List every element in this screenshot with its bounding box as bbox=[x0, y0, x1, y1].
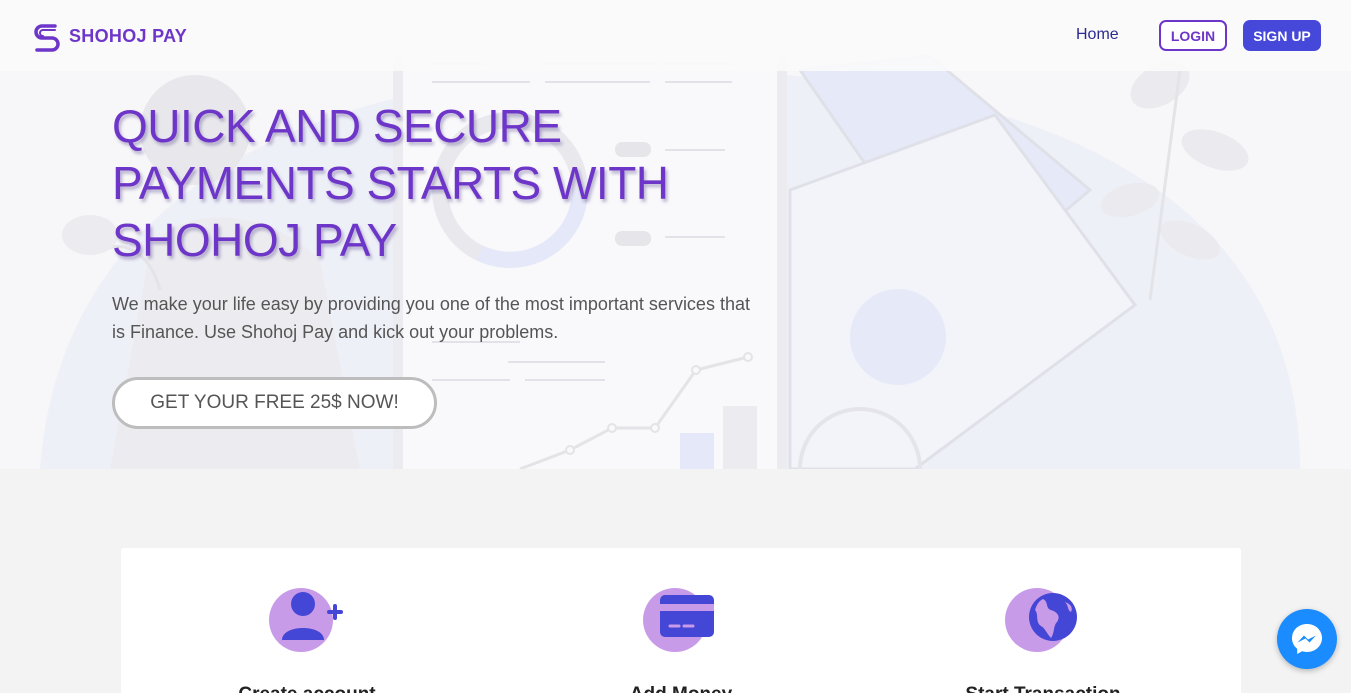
free-bonus-cta-button[interactable]: GET YOUR FREE 25$ NOW! bbox=[112, 377, 437, 429]
brand[interactable]: SHOHOJ PAY bbox=[31, 20, 187, 52]
feature-label: Create account bbox=[157, 684, 457, 693]
feature-label: Add Money bbox=[531, 684, 831, 693]
features-card: Create account Add Money Start Transacti… bbox=[121, 548, 1241, 693]
hero-subtitle: We make your life easy by providing you … bbox=[112, 294, 750, 342]
credit-card-icon bbox=[660, 595, 714, 637]
messenger-icon bbox=[1292, 624, 1322, 654]
add-user-icon bbox=[282, 592, 343, 640]
shohoj-pay-logo-icon bbox=[34, 24, 60, 52]
feature-start-transaction: Start Transaction bbox=[893, 588, 1193, 693]
login-button[interactable]: LOGIN bbox=[1159, 20, 1227, 51]
top-navbar: SHOHOJ PAY Home LOGIN SIGN UP bbox=[0, 0, 1351, 71]
globe-icon bbox=[1029, 593, 1077, 641]
signup-button[interactable]: SIGN UP bbox=[1243, 20, 1321, 51]
brand-name: SHOHOJ PAY bbox=[69, 25, 188, 46]
feature-label: Start Transaction bbox=[893, 684, 1193, 693]
messenger-chat-button[interactable] bbox=[1277, 609, 1337, 669]
nav-home-link[interactable]: Home bbox=[1076, 26, 1119, 44]
feature-create-account: Create account bbox=[157, 588, 457, 693]
hero-title: QUICK AND SECURE PAYMENTS STARTS WITH SH… bbox=[112, 100, 669, 266]
feature-add-money: Add Money bbox=[531, 588, 831, 693]
